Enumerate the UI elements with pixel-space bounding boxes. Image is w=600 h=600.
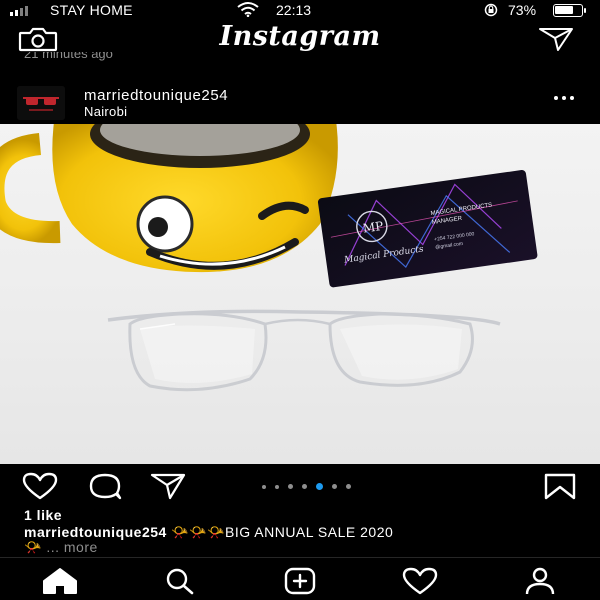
direct-message-icon[interactable]	[538, 26, 574, 52]
home-icon[interactable]	[40, 566, 80, 596]
postal-horn-emoji: 📯	[171, 524, 190, 540]
search-icon[interactable]	[160, 566, 200, 596]
battery-icon	[553, 4, 586, 17]
heart-icon[interactable]	[20, 472, 60, 500]
bottom-navigation	[0, 557, 600, 600]
carousel-dot	[288, 484, 293, 489]
post-photo-art: MP Magical Products MAGICAL PRODUCTS MAN…	[0, 124, 538, 392]
signal-strength-icon	[10, 4, 28, 16]
bookmark-icon[interactable]	[540, 472, 580, 500]
wifi-icon	[237, 2, 259, 17]
carousel-dot	[332, 484, 337, 489]
previous-post-timestamp: 21 minutes ago	[24, 52, 113, 64]
previous-post-timestamp-text: 21 minutes ago	[24, 52, 113, 61]
more-options-icon[interactable]	[554, 96, 578, 104]
card-monogram: MP	[362, 219, 384, 236]
carousel-dot-active	[316, 483, 323, 490]
caption-second-line: 📯 ... more	[24, 539, 98, 556]
carousel-dot	[346, 484, 351, 489]
caption-more-link[interactable]: ... more	[46, 539, 97, 555]
clock: 22:13	[276, 2, 312, 18]
post-actions	[0, 468, 600, 502]
avatar-glasses-icon	[17, 86, 65, 120]
carousel-dot	[302, 484, 307, 489]
post-username[interactable]: marriedtounique254	[84, 87, 228, 104]
postal-horn-emoji: 📯	[189, 524, 208, 540]
postal-horn-emoji: 📯	[207, 524, 226, 540]
app-header: Instagram	[0, 20, 600, 56]
carousel-dot	[262, 484, 266, 489]
like-count[interactable]: 1 like	[24, 507, 62, 523]
caption-username[interactable]: marriedtounique254	[24, 524, 167, 540]
instagram-logo: Instagram	[219, 21, 381, 52]
postal-horn-emoji: 📯	[24, 539, 42, 555]
battery-percentage: 73%	[508, 2, 537, 18]
post-header: marriedtounique254 Nairobi	[0, 84, 600, 124]
new-post-icon[interactable]	[280, 566, 320, 596]
post-photo[interactable]: MP Magical Products MAGICAL PRODUCTS MAN…	[0, 124, 600, 464]
profile-icon[interactable]	[520, 566, 560, 596]
rotation-lock-icon	[484, 3, 498, 17]
carousel-dot	[275, 484, 279, 489]
comment-icon[interactable]	[86, 472, 126, 500]
share-icon[interactable]	[148, 472, 188, 500]
avatar[interactable]	[17, 86, 65, 120]
status-bar: STAY HOME 22:13 73%	[0, 0, 600, 20]
carousel-indicator	[262, 483, 351, 490]
activity-heart-icon[interactable]	[400, 566, 440, 596]
post-location[interactable]: Nairobi	[84, 104, 127, 119]
caption-text: BIG ANNUAL SALE 2020	[225, 524, 394, 540]
carrier-label: STAY HOME	[50, 2, 133, 18]
battery-fill	[555, 6, 573, 14]
